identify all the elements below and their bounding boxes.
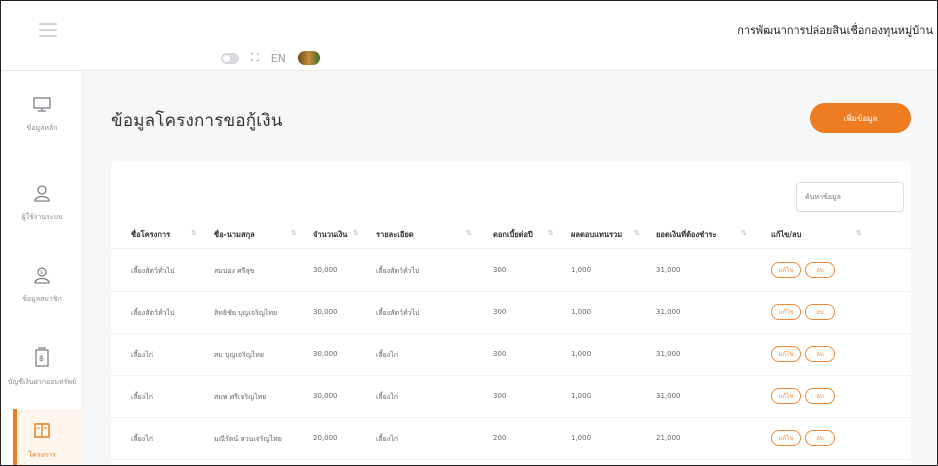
cell-return: 1,000 [571, 434, 592, 442]
app-window: ⛶ EN การพัฒนาการปล่อยสินเชื่อกองทุนหมู่บ… [0, 0, 938, 466]
sidebar-item-label: ข้อมูลหลัก [26, 123, 58, 132]
header-toolbar: ⛶ EN [221, 49, 320, 67]
language-icon[interactable]: EN [271, 52, 286, 65]
svg-text:$: $ [40, 270, 43, 276]
delete-button[interactable]: ลบ [805, 430, 835, 446]
delete-button[interactable]: ลบ [805, 388, 835, 404]
sidebar-item-label: บัญชีเงินฝากออมทรัพย์ [7, 377, 77, 386]
dashboard-icon [33, 96, 51, 117]
book-icon [33, 422, 51, 444]
column-header[interactable]: ชื่อโครงการ [131, 229, 170, 241]
savings-icon: ฿ [34, 346, 50, 371]
column-header[interactable]: ชื่อ-นามสกุล [214, 229, 255, 241]
table-row: เลี้ยงสัตว์ทั่วไป สิทธิชัย บุญเจริญไทย 3… [111, 292, 911, 334]
sort-icon[interactable]: ⇅ [353, 229, 359, 237]
cell-total: 31,000 [656, 392, 681, 400]
column-header[interactable]: จำนวนเงิน [313, 229, 347, 241]
cell-return: 1,000 [571, 266, 592, 274]
sort-icon[interactable]: ⇅ [856, 229, 862, 237]
cell-name: สมพ ศรีเจริญไทย [214, 393, 267, 401]
cell-project: เลี้ยงไก่ [131, 351, 153, 359]
edit-button[interactable]: แก้ไข [771, 262, 801, 278]
table-row: เลี้ยงสัตว์ทั่วไป สมปอง ศรีสุข 30,000 เล… [111, 250, 911, 292]
sort-icon[interactable]: ⇅ [291, 229, 297, 237]
top-bar: ⛶ EN การพัฒนาการปล่อยสินเชื่อกองทุนหมู่บ… [1, 1, 937, 71]
column-header[interactable]: ยอดเงินที่ต้องชำระ [656, 229, 716, 241]
edit-button[interactable]: แก้ไข [771, 388, 801, 404]
column-header[interactable]: ผลตอบแทนรวม [571, 229, 622, 241]
delete-button[interactable]: ลบ [805, 262, 835, 278]
edit-button[interactable]: แก้ไข [771, 346, 801, 362]
cell-project: เลี้ยงสัตว์ทั่วไป [131, 267, 175, 275]
cell-detail: เลี้ยงไก่ [376, 435, 398, 443]
cell-amount: 30,000 [313, 266, 338, 274]
delete-button[interactable]: ลบ [805, 304, 835, 320]
cell-amount: 20,000 [313, 434, 338, 442]
sidebar-item-dashboard[interactable]: ข้อมูลหลัก [1, 75, 83, 155]
sidebar-item-projects[interactable]: โครงการ [1, 401, 83, 465]
sidebar-item-label: ผู้ใช้งานระบบ [21, 212, 63, 221]
user-icon [33, 184, 51, 206]
sort-icon[interactable]: ⇅ [634, 229, 640, 237]
menu-icon[interactable] [39, 23, 57, 37]
sort-icon[interactable]: ⇅ [548, 229, 554, 237]
cell-detail: เลี้ยงสัตว์ทั่วไป [376, 267, 420, 275]
cell-return: 1,000 [571, 308, 592, 316]
sidebar-item-savings[interactable]: ฿ บัญชีเงินฝากออมทรัพย์ [1, 327, 83, 407]
delete-button[interactable]: ลบ [805, 346, 835, 362]
cell-project: เลี้ยงสัตว์ทั่วไป [131, 309, 175, 317]
add-data-button[interactable]: เพิ่มข้อมูล [810, 103, 911, 133]
main-content: ข้อมูลโครงการขอกู้เงิน เพิ่มข้อมูล ชื่อโ… [83, 71, 937, 465]
cell-name: มณีรัตน์ สวนเจริญไทย [214, 435, 282, 443]
cell-project: เลี้ยงไก่ [131, 393, 153, 401]
table-row: เลี้ยงไก่ สม บุญเจริญไทย 30,000 เลี้ยงไก… [111, 334, 911, 376]
cell-total: 31,000 [656, 266, 681, 274]
edit-button[interactable]: แก้ไข [771, 430, 801, 446]
cell-detail: เลี้ยงไก่ [376, 393, 398, 401]
table-header: ชื่อโครงการ ⇅ ชื่อ-นามสกุล ⇅ จำนวนเงิน ⇅… [111, 221, 911, 249]
cell-name: สม บุญเจริญไทย [214, 351, 264, 359]
cell-amount: 30,000 [313, 350, 338, 358]
cell-name: สิทธิชัย บุญเจริญไทย [214, 309, 278, 317]
avatar[interactable] [297, 51, 320, 65]
app-title: การพัฒนาการปล่อยสินเชื่อกองทุนหมู่บ้าน [737, 24, 933, 37]
sidebar: ข้อมูลหลัก ผู้ใช้งานระบบ $ ข้อมูลสมาชิก … [1, 71, 83, 465]
cell-return: 1,000 [571, 392, 592, 400]
cell-name: สมปอง ศรีสุข [214, 267, 255, 275]
cell-interest: 300 [493, 392, 507, 400]
sidebar-item-users[interactable]: ผู้ใช้งานระบบ [1, 163, 83, 243]
sidebar-item-label: ข้อมูลสมาชิก [22, 294, 62, 303]
cell-interest: 300 [493, 308, 507, 316]
cell-return: 1,000 [571, 350, 592, 358]
cell-amount: 30,000 [313, 308, 338, 316]
sort-icon[interactable]: ⇅ [741, 229, 747, 237]
cell-interest: 300 [493, 266, 507, 274]
cell-project: เลี้ยงไก่ [131, 435, 153, 443]
column-header: แก้ไข/ลบ [771, 230, 802, 239]
search-input[interactable] [796, 182, 904, 212]
table-card: ชื่อโครงการ ⇅ ชื่อ-นามสกุล ⇅ จำนวนเงิน ⇅… [111, 161, 911, 465]
fullscreen-icon[interactable]: ⛶ [251, 51, 259, 65]
member-icon: $ [33, 266, 51, 288]
cell-detail: เลี้ยงสัตว์ทั่วไป [376, 309, 420, 317]
svg-text:฿: ฿ [39, 354, 44, 363]
table-row: เลี้ยงไก่ สมพ ศรีเจริญไทย 30,000 เลี้ยงไ… [111, 376, 911, 418]
cell-detail: เลี้ยงไก่ [376, 351, 398, 359]
sort-icon[interactable]: ⇅ [466, 229, 472, 237]
column-header[interactable]: รายละเอียด [376, 229, 414, 241]
edit-button[interactable]: แก้ไข [771, 304, 801, 320]
sidebar-item-members[interactable]: $ ข้อมูลสมาชิก [1, 245, 83, 325]
cell-total: 21,000 [656, 434, 681, 442]
cell-amount: 30,000 [313, 392, 338, 400]
toggle-switch[interactable] [221, 52, 239, 64]
column-header[interactable]: ดอกเบี้ยต่อปี [493, 229, 533, 241]
cell-total: 31,000 [656, 350, 681, 358]
sort-icon[interactable]: ⇅ [191, 229, 197, 237]
table-row: เลี้ยงไก่ มณีรัตน์ สวนเจริญไทย 20,000 เล… [111, 418, 911, 460]
sidebar-item-label: โครงการ [28, 450, 56, 459]
cell-interest: 200 [493, 434, 507, 442]
cell-interest: 300 [493, 350, 507, 358]
page-title: ข้อมูลโครงการขอกู้เงิน [111, 111, 283, 131]
cell-total: 31,000 [656, 308, 681, 316]
